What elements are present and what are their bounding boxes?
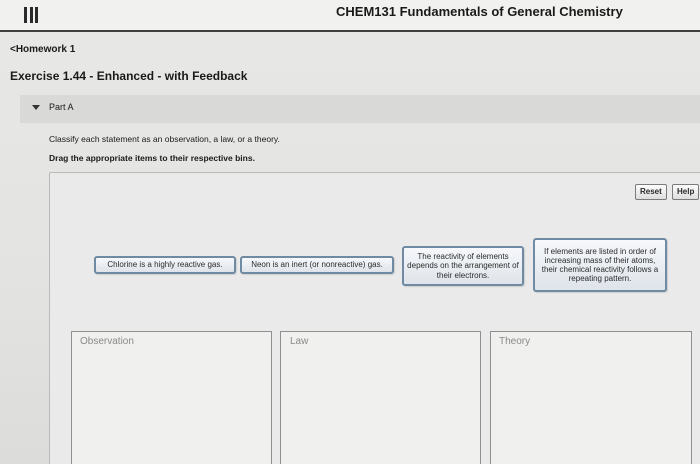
draggable-item-periodic-pattern[interactable]: If elements are listed in order of incre…: [533, 238, 667, 292]
breadcrumb-homework-link[interactable]: <Homework 1: [10, 44, 75, 55]
caret-down-icon: [32, 105, 40, 110]
instruction-classify: Classify each statement as an observatio…: [49, 134, 280, 144]
bin-law[interactable]: Law: [280, 331, 481, 464]
bin-theory[interactable]: Theory: [490, 331, 692, 464]
hamburger-menu-icon[interactable]: [24, 7, 38, 23]
help-button[interactable]: Help: [672, 184, 700, 200]
instruction-drag: Drag the appropriate items to their resp…: [49, 153, 255, 163]
exercise-title: Exercise 1.44 - Enhanced - with Feedback: [10, 69, 248, 83]
top-bar: CHEM131 Fundamentals of General Chemistr…: [0, 0, 700, 32]
part-label: Part A: [49, 102, 74, 112]
bin-label-law: Law: [290, 336, 309, 347]
part-a-header[interactable]: Part A: [20, 95, 700, 123]
course-title: CHEM131 Fundamentals of General Chemistr…: [336, 4, 623, 19]
draggable-item-reactivity-electrons[interactable]: The reactivity of elements depends on th…: [402, 246, 524, 286]
bin-label-observation: Observation: [80, 336, 134, 347]
page: CHEM131 Fundamentals of General Chemistr…: [0, 0, 700, 464]
bin-label-theory: Theory: [499, 336, 531, 347]
reset-button[interactable]: Reset: [635, 184, 667, 200]
draggable-item-chlorine[interactable]: Chlorine is a highly reactive gas.: [94, 256, 236, 274]
draggable-item-neon[interactable]: Neon is an inert (or nonreactive) gas.: [240, 256, 394, 274]
bin-observation[interactable]: Observation: [71, 331, 272, 464]
